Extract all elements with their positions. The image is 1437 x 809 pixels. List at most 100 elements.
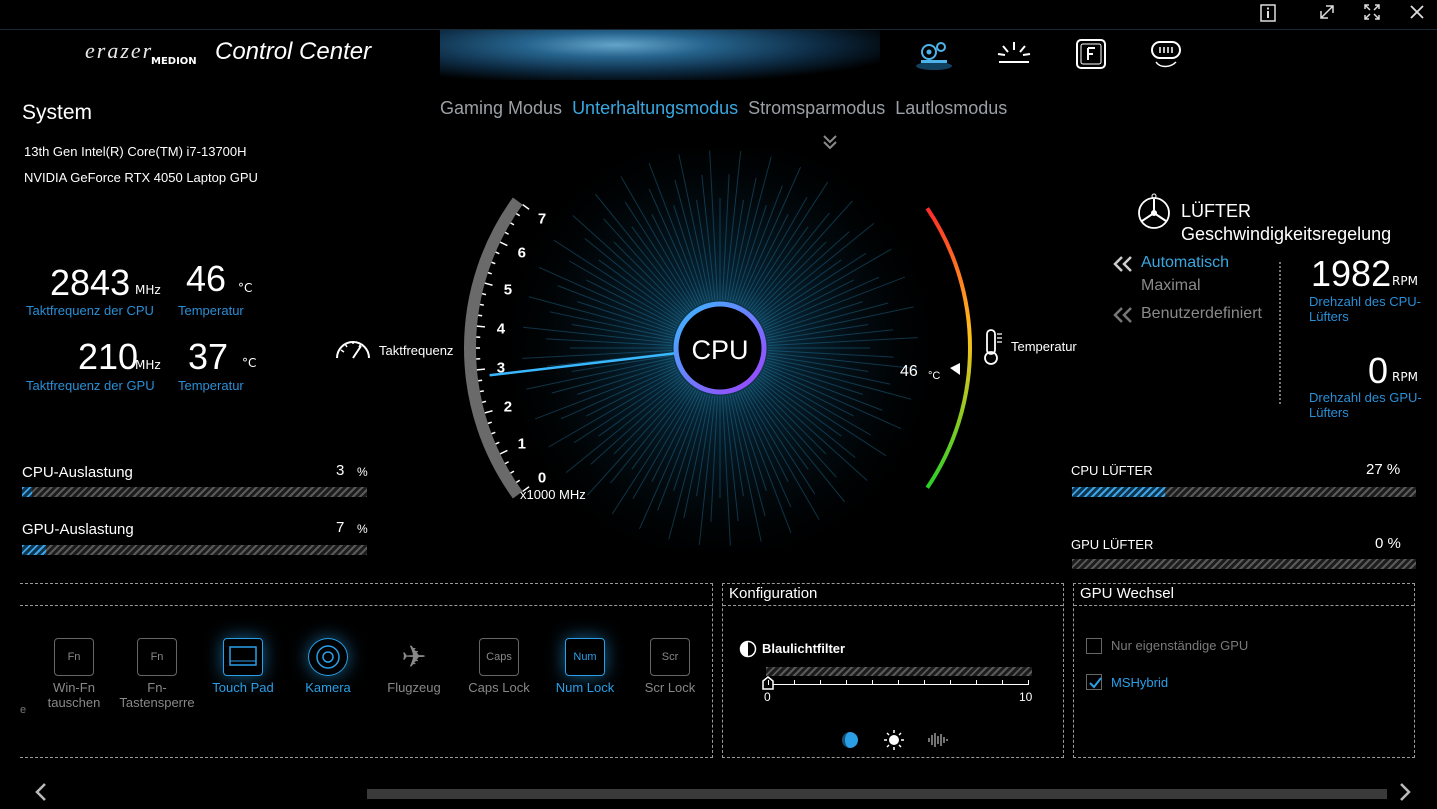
temp-pointer [950, 363, 960, 375]
blue-light-filter-label: Blaulichtfilter [762, 641, 846, 656]
hotkey-1[interactable]: Fn Fn-Tastensperre [117, 638, 197, 710]
gpu-fan-bar [1072, 559, 1416, 569]
fan-mode-custom[interactable]: Benutzerdefiniert [1141, 305, 1262, 323]
cpu-fan-rpm-label: Drehzahl des CPU-Lüfters [1309, 294, 1421, 324]
hotkey-7[interactable]: Scr Scr Lock [630, 638, 710, 695]
gpu-temp-value: 37 [188, 336, 229, 377]
cpu-fan-fill [1072, 487, 1165, 497]
cpu-load-bar [22, 487, 367, 497]
gpu-switch-panel: GPU Wechsel [1073, 583, 1415, 758]
frequency-tick [499, 241, 508, 247]
restore-icon[interactable] [1313, 3, 1341, 27]
frequency-tick-label: 4 [497, 320, 506, 337]
frequency-tick [487, 421, 492, 425]
nav-macro-key-icon[interactable] [1146, 37, 1186, 71]
slider-tick [1002, 680, 1003, 685]
gpu-fan-rpm-label: Drehzahl des GPU-Lüfters [1309, 390, 1422, 420]
tab-power-saving-mode[interactable]: Stromsparmodus [748, 98, 885, 119]
fan-mode-auto[interactable]: Automatisch [1141, 254, 1229, 272]
blue-light-slider[interactable] [766, 667, 1032, 676]
gpu-frequency-label: Taktfrequenz der GPU [26, 378, 155, 393]
cpu-fan-bar [1072, 487, 1416, 497]
mshybrid-label[interactable]: MSHybrid [1111, 675, 1168, 690]
fan-mode-max[interactable]: Maximal [1141, 277, 1201, 295]
slider-tick [872, 680, 873, 685]
gpu-frequency-value: 210 [78, 336, 139, 377]
frequency-tick [495, 251, 500, 255]
brand-erazer: erazer [85, 38, 154, 63]
gpu-fan-rpm-unit: RPM [1392, 370, 1418, 384]
hotkey-icon [308, 638, 348, 676]
frequency-tick [504, 231, 510, 235]
frequency-tick [499, 449, 508, 455]
configuration-title: Konfiguration [723, 584, 1063, 606]
cpu-load-unit: % [357, 465, 368, 479]
gauge-frequency-label: Taktfrequenz [379, 343, 454, 358]
nav-system-settings-icon[interactable] [914, 37, 954, 71]
tab-gaming-mode[interactable]: Gaming Modus [440, 98, 562, 119]
hotkey-0[interactable]: Fn Win-Fn tauschen [34, 638, 114, 710]
gpu-load-bar [22, 545, 367, 555]
gpu-fan-value: 0 % [1375, 535, 1401, 552]
hotkeys-panel-title [20, 584, 712, 606]
frequency-tick-label: 6 [518, 245, 526, 262]
slider-tick [924, 680, 925, 685]
night-mode-icon[interactable] [841, 731, 859, 753]
mode-tabs: Gaming Modus Unterhaltungsmodus Stromspa… [440, 98, 1007, 119]
double-chevron-left-icon [1112, 306, 1134, 328]
hotkey-3[interactable]: Kamera [288, 638, 368, 695]
frequency-tick [484, 282, 493, 286]
slider-tick [1028, 680, 1029, 685]
audio-wave-icon[interactable] [927, 731, 949, 753]
frequency-tick-label: 5 [504, 281, 512, 298]
nav-function-key-icon[interactable] [1071, 37, 1111, 71]
tab-silent-mode[interactable]: Lautlosmodus [895, 98, 1007, 119]
close-icon[interactable] [1403, 3, 1431, 27]
frequency-tick [495, 441, 500, 445]
nav-lighting-icon[interactable] [994, 37, 1034, 71]
gpu-name: NVIDIA GeForce RTX 4050 Laptop GPU [24, 170, 258, 185]
scroll-right-icon[interactable] [1396, 782, 1414, 806]
hotkey-label: Touch Pad [212, 680, 274, 695]
frequency-tick [479, 390, 484, 393]
hotkey-label: Win-Fn tauschen [47, 680, 101, 710]
slider-min: 0 [764, 690, 771, 704]
gpu-load-unit: % [357, 522, 368, 536]
frequency-tick [487, 271, 492, 275]
discrete-gpu-label[interactable]: Nur eigenständige GPU [1111, 638, 1248, 653]
slider-tick [846, 680, 847, 685]
brightness-icon[interactable] [883, 729, 905, 755]
hotkey-5[interactable]: Caps Caps Lock [459, 638, 539, 695]
system-title: System [22, 101, 93, 124]
scroll-left-icon[interactable] [32, 782, 50, 806]
cpu-temp-value: 46 [186, 258, 227, 299]
slider-tick [950, 680, 951, 685]
double-chevron-left-icon [1112, 255, 1134, 277]
gpu-load-value: 7 [336, 519, 345, 536]
cpu-frequency-unit: MHz [135, 283, 161, 297]
hotkey-icon: ✈ [401, 640, 427, 674]
cpu-gauge: 01234567 CPU x1000 MHz 46 °C [464, 150, 972, 550]
fullscreen-icon[interactable] [1358, 3, 1386, 27]
frequency-tick [484, 410, 493, 414]
truncated-key-label: e [20, 704, 27, 716]
cpu-fan-rpm: 1982 [1311, 253, 1392, 294]
mshybrid-checkbox[interactable] [1086, 674, 1102, 690]
frequency-tick [476, 368, 486, 371]
hotkey-2[interactable]: Touch Pad [203, 638, 283, 695]
frequency-tick-label: 1 [518, 435, 526, 452]
gpu-load-label: GPU-Auslastung [22, 521, 134, 538]
hotkey-6[interactable]: Num Num Lock [545, 638, 625, 695]
app-title: Control Center [215, 38, 372, 65]
info-icon[interactable] [1254, 3, 1282, 27]
frequency-tick [476, 325, 486, 328]
gauge-temp-label: Temperatur [1011, 339, 1077, 354]
cpu-name: 13th Gen Intel(R) Core(TM) i7-13700H [24, 144, 247, 159]
discrete-gpu-checkbox[interactable] [1086, 638, 1102, 654]
hotkey-4[interactable]: ✈ Flugzeug [374, 638, 454, 696]
tab-entertainment-mode[interactable]: Unterhaltungsmodus [572, 98, 738, 119]
horizontal-scrollbar[interactable] [367, 789, 1387, 799]
hotkey-label: Caps Lock [468, 680, 530, 695]
frequency-tick-label: 2 [504, 399, 512, 416]
frequency-tick [522, 203, 530, 210]
